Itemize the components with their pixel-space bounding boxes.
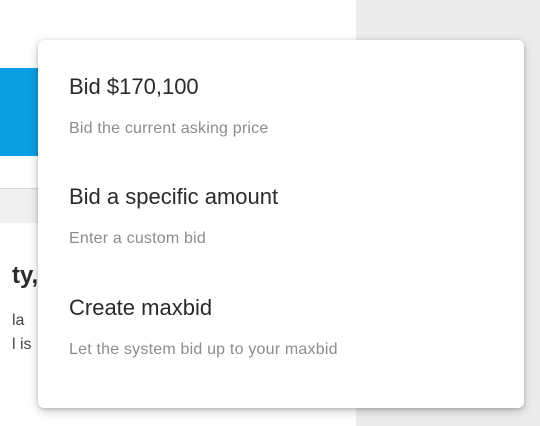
option-title: Bid a specific amount bbox=[69, 184, 279, 209]
background-text-line: l is bbox=[12, 336, 32, 353]
background-heading: ty, bbox=[12, 262, 39, 289]
bid-asking-price-option[interactable]: Bid $170,100 Bid the current asking pric… bbox=[38, 62, 524, 158]
option-description: Enter a custom bid bbox=[69, 230, 206, 247]
background-text-line: la bbox=[12, 312, 25, 329]
option-description: Let the system bid up to your maxbid bbox=[69, 341, 338, 358]
option-description: Bid the current asking price bbox=[69, 120, 269, 137]
option-title: Create maxbid bbox=[69, 295, 213, 320]
option-title: Bid $170,100 bbox=[69, 74, 199, 99]
create-maxbid-option[interactable]: Create maxbid Let the system bid up to y… bbox=[38, 283, 524, 379]
bid-options-menu: Bid $170,100 Bid the current asking pric… bbox=[38, 40, 524, 408]
bid-specific-amount-option[interactable]: Bid a specific amount Enter a custom bid bbox=[38, 172, 524, 268]
